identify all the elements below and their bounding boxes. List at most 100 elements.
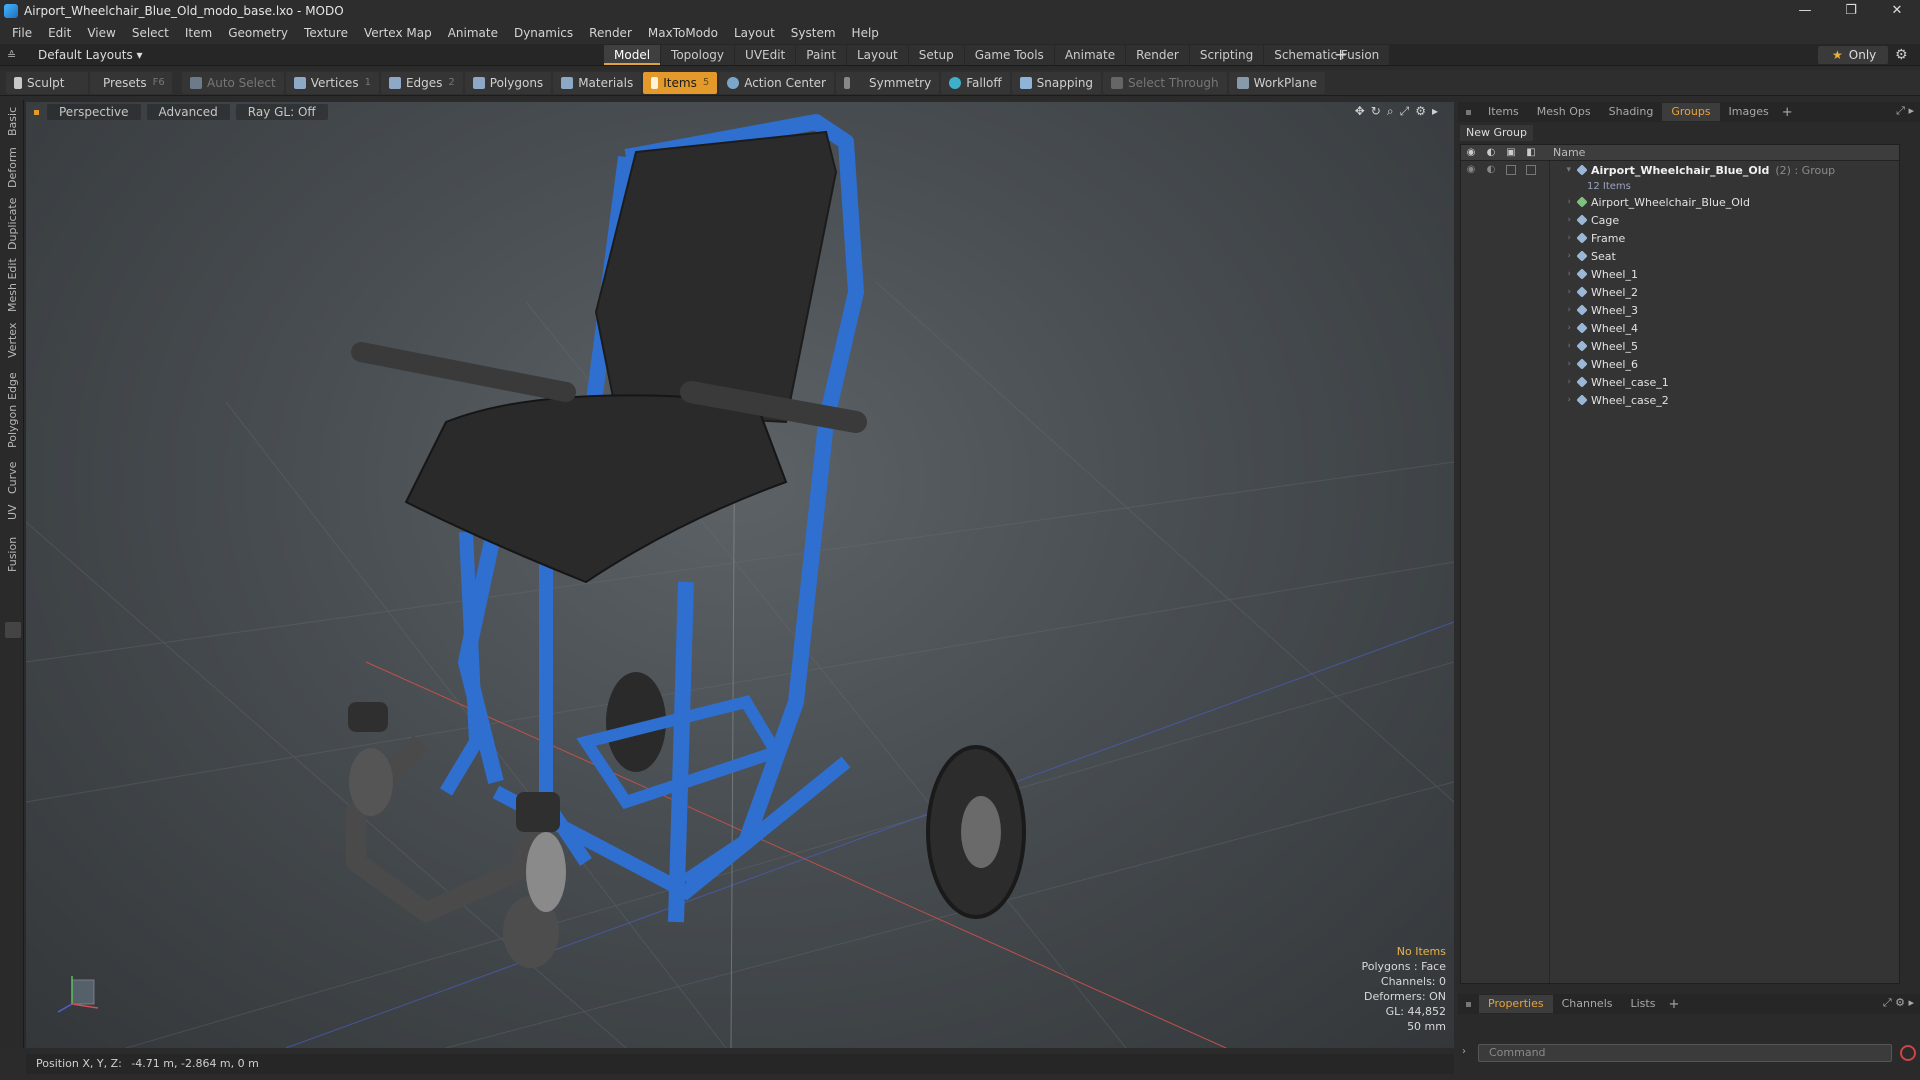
render-icon[interactable]: ◐ [1481, 161, 1501, 179]
viewport-settings-icon[interactable]: ⚙ [1415, 104, 1426, 119]
list-item[interactable]: › Seat [1461, 247, 1899, 265]
list-item[interactable]: › Wheel_5 [1461, 337, 1899, 355]
visibility-icon[interactable]: ◉ [1461, 161, 1481, 179]
menu-vertex-map[interactable]: Vertex Map [356, 22, 440, 44]
properties-menu-bullet[interactable] [1466, 1001, 1471, 1007]
presets-button[interactable]: Presets F6 [90, 71, 172, 94]
tab-setup[interactable]: Setup [908, 45, 964, 65]
tab-game-tools[interactable]: Game Tools [964, 45, 1054, 65]
tab-animate[interactable]: Animate [1054, 45, 1126, 65]
minimize-button[interactable]: — [1782, 0, 1828, 22]
sculpt-button[interactable]: Sculpt [6, 71, 88, 94]
maximize-button[interactable]: ❐ [1828, 0, 1874, 22]
tab-model[interactable]: Model [604, 45, 661, 65]
menu-help[interactable]: Help [844, 22, 887, 44]
tab-groups[interactable]: Groups [1662, 103, 1720, 121]
add-properties-tab-icon[interactable]: + [1668, 997, 1679, 1012]
command-history-icon[interactable]: › [1462, 1046, 1466, 1057]
list-item[interactable]: › Frame [1461, 229, 1899, 247]
menu-texture[interactable]: Texture [296, 22, 356, 44]
lock-toggle[interactable] [1501, 161, 1521, 179]
polygons-button[interactable]: Polygons [464, 71, 552, 94]
list-item[interactable]: › Airport_Wheelchair_Blue_Old [1461, 193, 1899, 211]
tab-channels[interactable]: Channels [1553, 995, 1622, 1013]
vertices-button[interactable]: Vertices 1 [285, 71, 379, 94]
select-toggle[interactable] [1521, 161, 1541, 179]
tab-render[interactable]: Render [1126, 45, 1189, 65]
left-panel-toggle[interactable] [5, 622, 21, 638]
menu-animate[interactable]: Animate [440, 22, 506, 44]
menu-system[interactable]: System [783, 22, 844, 44]
command-stop-icon[interactable] [1900, 1045, 1916, 1061]
tab-shading[interactable]: Shading [1600, 103, 1663, 121]
menu-file[interactable]: File [4, 22, 40, 44]
tab-properties[interactable]: Properties [1479, 995, 1553, 1013]
visibility-column-icon[interactable]: ◉ [1461, 147, 1481, 158]
list-item[interactable]: › Wheel_2 [1461, 283, 1899, 301]
select-column-icon[interactable]: ◧ [1521, 147, 1541, 158]
add-tab-icon[interactable]: + [1334, 44, 1347, 66]
advanced-button[interactable]: Advanced [146, 104, 230, 120]
layout-selector[interactable]: Default Layouts ▾ [38, 48, 143, 62]
materials-button[interactable]: Materials [553, 71, 642, 94]
3d-viewport[interactable]: Perspective Advanced Ray GL: Off ✥ ↻ ⌕ ⤢… [26, 102, 1454, 1048]
auto-select-button[interactable]: Auto Select [182, 71, 284, 94]
list-item[interactable]: › Wheel_1 [1461, 265, 1899, 283]
edges-button[interactable]: Edges 2 [380, 71, 463, 94]
list-item[interactable]: › Wheel_6 [1461, 355, 1899, 373]
tab-topology[interactable]: Topology [661, 45, 735, 65]
tab-schematic-fusion[interactable]: Schematic Fusion [1264, 45, 1390, 65]
select-through-button[interactable]: Select Through [1103, 71, 1227, 94]
menu-render[interactable]: Render [581, 22, 640, 44]
tab-layout[interactable]: Layout [846, 45, 908, 65]
menu-geometry[interactable]: Geometry [220, 22, 296, 44]
tab-images[interactable]: Images [1720, 103, 1778, 121]
menu-layout[interactable]: Layout [726, 22, 783, 44]
action-center-button[interactable]: Action Center [719, 71, 834, 94]
items-button[interactable]: Items 5 [643, 71, 718, 94]
fit-icon[interactable]: ⤢ [1400, 104, 1410, 119]
only-toggle[interactable]: ★ Only [1818, 46, 1888, 64]
view-mode-button[interactable]: Perspective [47, 104, 141, 120]
falloff-button[interactable]: Falloff [941, 71, 1010, 94]
symmetry-button[interactable]: Symmetry [836, 71, 940, 94]
list-item[interactable]: › Wheel_case_1 [1461, 373, 1899, 391]
group-row[interactable]: ◉ ◐ ▾ Airport_Wheelchair_Blue_Old (2) : … [1461, 161, 1899, 179]
menu-maxtomodo[interactable]: MaxToModo [640, 22, 726, 44]
list-item[interactable]: › Wheel_4 [1461, 319, 1899, 337]
add-panel-tab-icon[interactable]: + [1782, 105, 1793, 120]
viewport-expand-icon[interactable]: ▸ [1432, 104, 1438, 119]
lock-column-icon[interactable]: ▣ [1501, 147, 1521, 158]
snapping-button[interactable]: Snapping [1011, 71, 1102, 94]
list-item[interactable]: › Wheel_case_2 [1461, 391, 1899, 409]
tab-paint[interactable]: Paint [796, 45, 846, 65]
tab-lists[interactable]: Lists [1622, 995, 1665, 1013]
rotate-icon[interactable]: ↻ [1371, 104, 1381, 119]
menu-view[interactable]: View [79, 22, 123, 44]
menu-select[interactable]: Select [124, 22, 177, 44]
properties-settings-icon[interactable]: ⤢ ⚙ ▸ [1883, 996, 1914, 1010]
panel-menu-bullet[interactable] [1466, 109, 1471, 115]
zoom-icon[interactable]: ⌕ [1387, 104, 1394, 119]
gear-icon[interactable]: ⚙ [1895, 44, 1908, 66]
viewport-menu-bullet[interactable] [34, 109, 39, 115]
name-column-header[interactable]: Name [1553, 146, 1585, 159]
menu-dynamics[interactable]: Dynamics [506, 22, 581, 44]
tab-mesh-ops[interactable]: Mesh Ops [1528, 103, 1600, 121]
raygl-button[interactable]: Ray GL: Off [235, 104, 328, 120]
layout-collapse-icon[interactable]: ≙ [7, 49, 21, 62]
pan-icon[interactable]: ✥ [1355, 104, 1365, 119]
command-input[interactable]: Command [1478, 1044, 1892, 1062]
menu-item[interactable]: Item [177, 22, 220, 44]
collapse-icon[interactable]: ▾ [1549, 165, 1571, 175]
workplane-button[interactable]: WorkPlane [1228, 71, 1325, 94]
new-group-button[interactable]: New Group [1460, 125, 1533, 141]
close-button[interactable]: ✕ [1874, 0, 1920, 22]
render-column-icon[interactable]: ◐ [1481, 147, 1501, 158]
tab-uvedit[interactable]: UVEdit [735, 45, 796, 65]
tab-items[interactable]: Items [1479, 103, 1528, 121]
list-item[interactable]: › Wheel_3 [1461, 301, 1899, 319]
menu-edit[interactable]: Edit [40, 22, 79, 44]
tab-scripting[interactable]: Scripting [1189, 45, 1264, 65]
list-item[interactable]: › Cage [1461, 211, 1899, 229]
